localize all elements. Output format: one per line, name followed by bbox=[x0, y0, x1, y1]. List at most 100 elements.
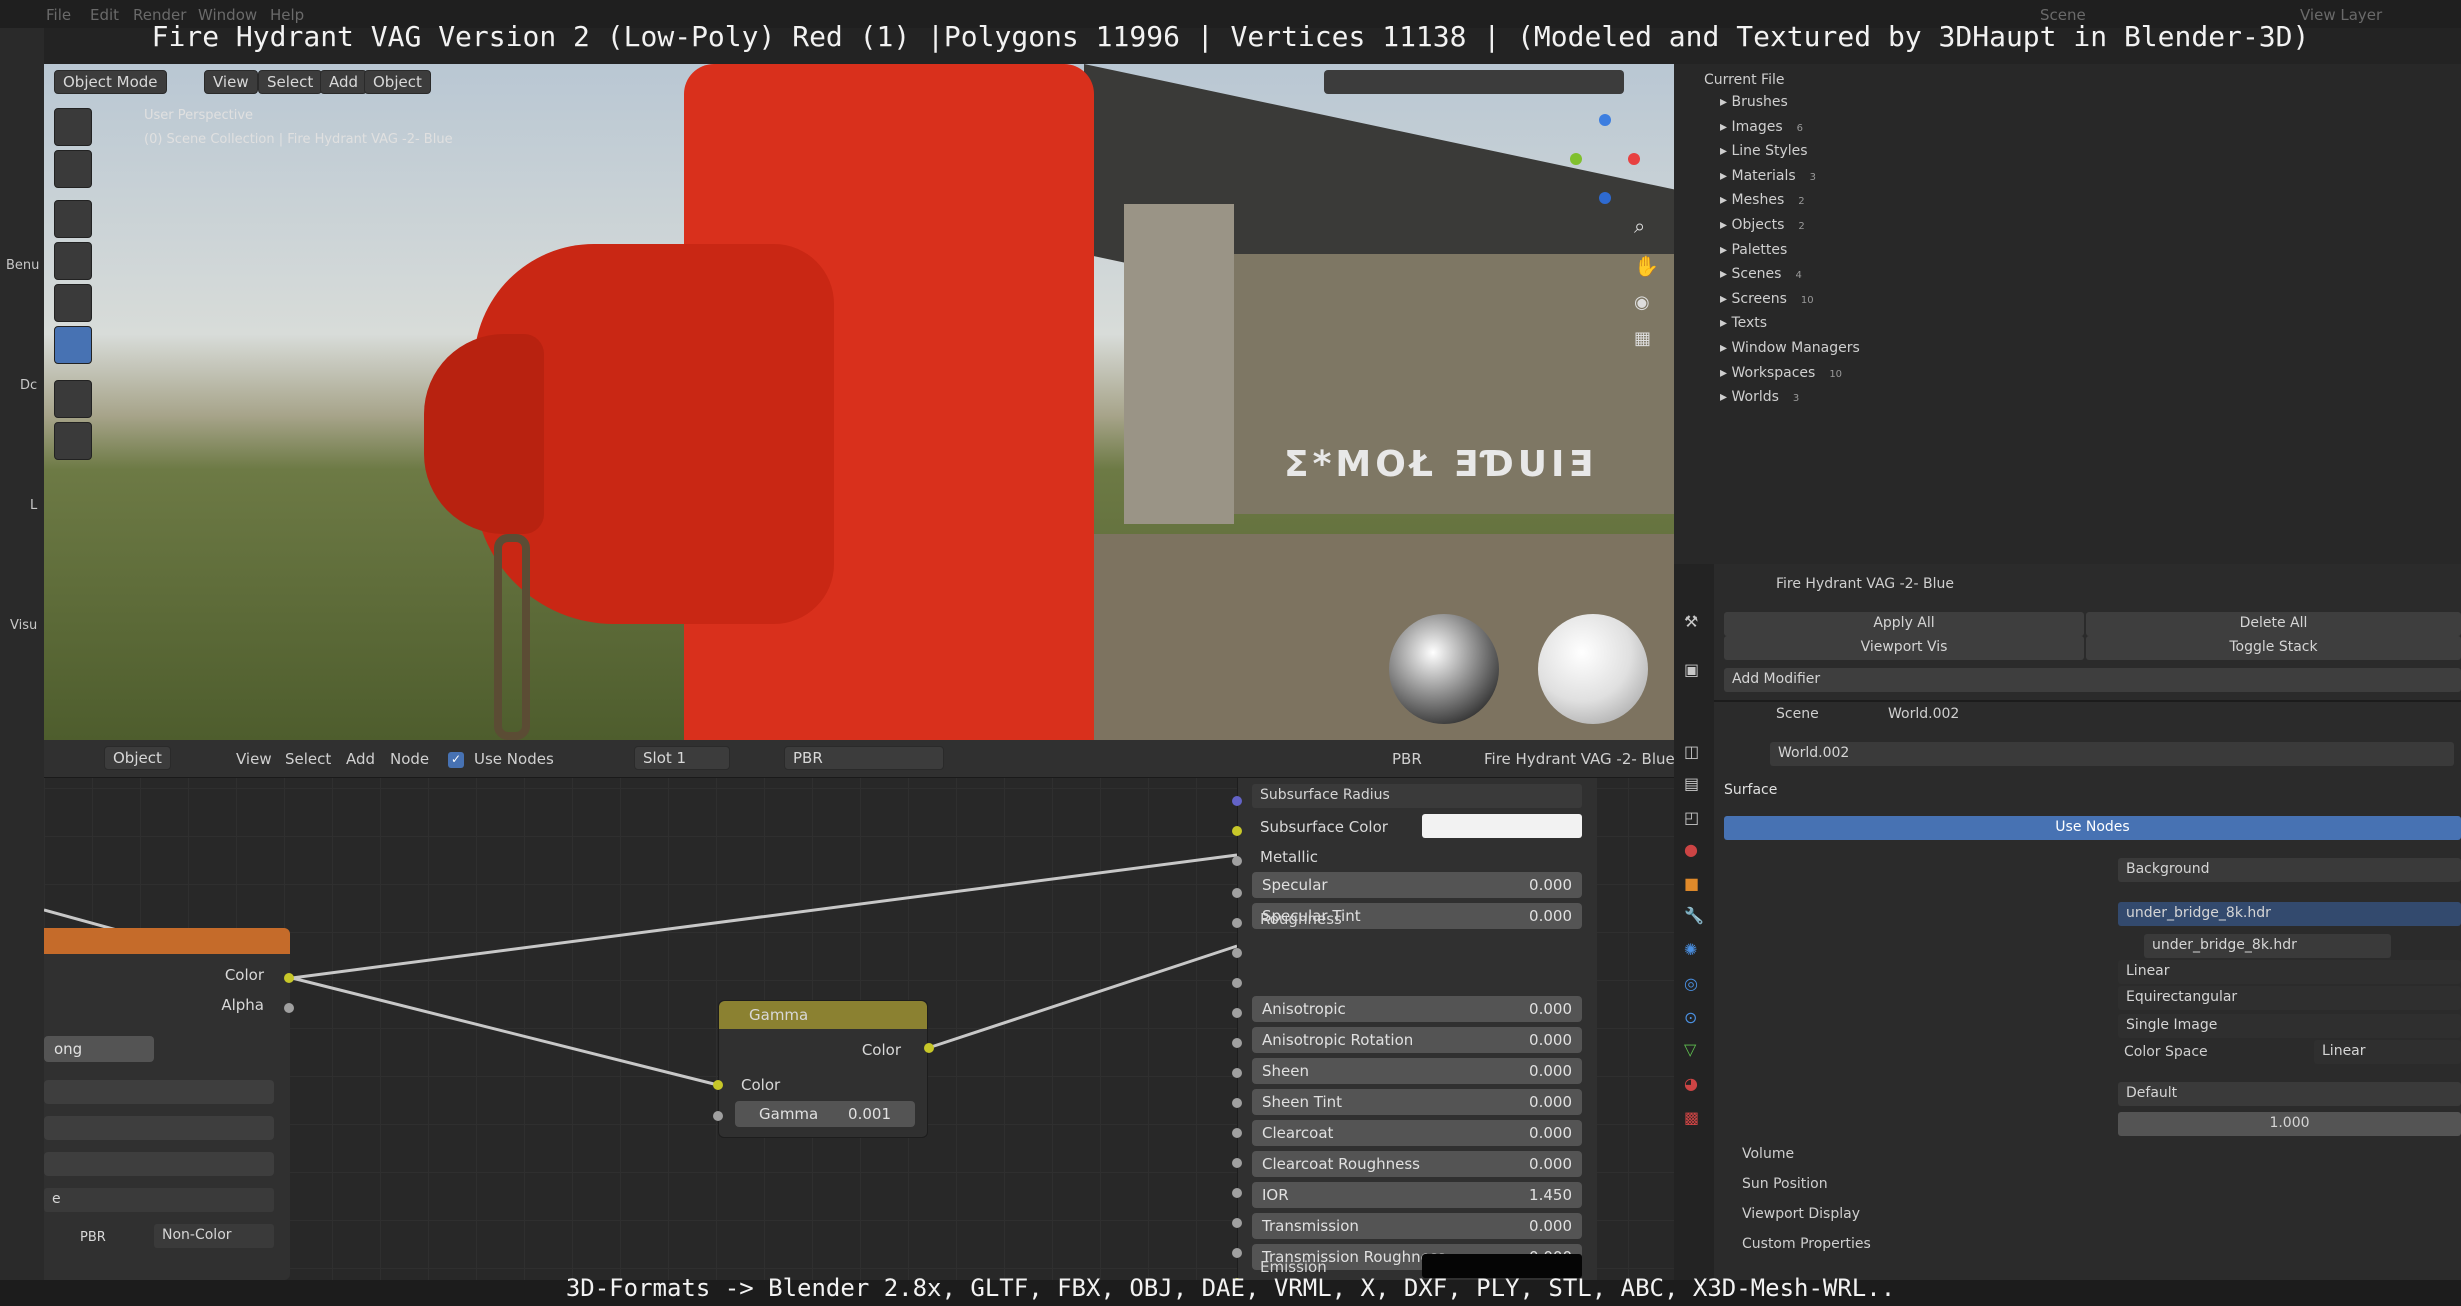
select-box-tool-icon[interactable] bbox=[54, 108, 92, 146]
material-tab-icon[interactable]: ◕ bbox=[1684, 1074, 1698, 1093]
cursor-tool-icon[interactable] bbox=[54, 150, 92, 188]
interp-dropdown[interactable]: Linear bbox=[2118, 960, 2461, 984]
disclosure-icon[interactable]: ▸ bbox=[1720, 168, 1731, 184]
delete-all-button[interactable]: Delete All bbox=[2086, 612, 2461, 636]
vector-dropdown[interactable]: Default bbox=[2118, 1082, 2461, 1106]
grid-icon[interactable]: ▦ bbox=[1634, 328, 1651, 349]
shading-buttons[interactable] bbox=[1324, 70, 1624, 94]
disclosure-icon[interactable]: ▸ bbox=[1720, 315, 1731, 331]
bsdf-field-ior[interactable]: IOR 1.450 bbox=[1252, 1182, 1582, 1208]
apply-all-button[interactable]: Apply All bbox=[1724, 612, 2084, 636]
bsdf-input-socket[interactable] bbox=[1232, 1068, 1242, 1078]
pipeline-dropdown[interactable]: PBR bbox=[1392, 750, 1422, 768]
section-custom-properties[interactable]: Custom Properties bbox=[1742, 1236, 1871, 1252]
gizmo-x-axis[interactable] bbox=[1628, 153, 1640, 165]
node-editor[interactable]: Color Alpha ong e PBR Non-Color Gamma Co… bbox=[44, 740, 1674, 1288]
gamma-in-socket[interactable] bbox=[713, 1080, 723, 1090]
measure-tool-icon[interactable] bbox=[54, 422, 92, 460]
bsdf-input-socket[interactable] bbox=[1232, 1098, 1242, 1108]
view-layer-tab-icon[interactable]: ◰ bbox=[1684, 808, 1699, 827]
image-name-field[interactable]: under_bridge_8k.hdr bbox=[2144, 934, 2391, 958]
bsdf-input-socket[interactable] bbox=[1232, 1158, 1242, 1168]
outliner-item[interactable]: ▸ Palettes bbox=[1720, 242, 1801, 258]
principled-bsdf-node[interactable]: Subsurface Radius Subsurface Color Metal… bbox=[1237, 778, 1597, 1280]
outliner-item[interactable]: ▸ Screens 10 bbox=[1720, 291, 1814, 307]
outliner-item[interactable]: ▸ Brushes bbox=[1720, 94, 1802, 110]
toggle-stack-button[interactable]: Toggle Stack bbox=[2086, 636, 2461, 660]
disclosure-icon[interactable]: ▸ bbox=[1720, 365, 1731, 381]
section-volume[interactable]: Volume bbox=[1742, 1146, 1794, 1162]
gamma-out-socket[interactable] bbox=[924, 1043, 934, 1053]
disclosure-icon[interactable]: ▸ bbox=[1720, 143, 1731, 159]
ne-menu-node[interactable]: Node bbox=[390, 750, 429, 768]
ne-menu-view[interactable]: View bbox=[236, 750, 272, 768]
image-colorspace-dropdown[interactable]: Non-Color bbox=[154, 1224, 274, 1248]
bsdf-field-transmission[interactable]: Transmission 0.000 bbox=[1252, 1213, 1582, 1239]
disclosure-icon[interactable]: ▸ bbox=[1720, 291, 1731, 307]
projection-dropdown[interactable]: Equirectangular bbox=[2118, 986, 2461, 1010]
bsdf-input-socket[interactable] bbox=[1232, 796, 1242, 806]
scale-tool-icon[interactable] bbox=[54, 284, 92, 322]
bsdf-input-socket[interactable] bbox=[1232, 856, 1242, 866]
gizmo-neg-z[interactable] bbox=[1599, 192, 1611, 204]
vp-menu-view[interactable]: View bbox=[204, 70, 258, 94]
vp-menu-select[interactable]: Select bbox=[258, 70, 323, 94]
bsdf-input-socket[interactable] bbox=[1232, 1218, 1242, 1228]
world-tab-icon[interactable]: ● bbox=[1684, 840, 1698, 859]
world-name-field[interactable]: World.002 bbox=[1770, 742, 2454, 766]
outliner-item[interactable]: ▸ Meshes 2 bbox=[1720, 192, 1805, 208]
vp-menu-object[interactable]: Object bbox=[364, 70, 431, 94]
subsurface-color-swatch[interactable] bbox=[1422, 814, 1582, 838]
gamma-value-field[interactable]: Gamma 0.001 bbox=[735, 1101, 915, 1127]
object-mode-dropdown[interactable]: Object Mode bbox=[54, 70, 167, 94]
slot-dropdown[interactable]: Slot 1 bbox=[634, 746, 730, 770]
use-nodes-checkbox[interactable]: ✓ bbox=[448, 752, 464, 768]
bsdf-field-sheen-tint[interactable]: Sheen Tint 0.000 bbox=[1252, 1089, 1582, 1115]
camera-icon[interactable]: ◉ bbox=[1634, 292, 1650, 313]
strength-field[interactable]: 1.000 bbox=[2118, 1112, 2461, 1136]
disclosure-icon[interactable]: ▸ bbox=[1720, 266, 1731, 282]
3d-viewport[interactable]: Σ*MOŁ ƎƊUΙƎ User Perspective (0) Scene C… bbox=[44, 64, 1674, 740]
tool-tab-icon[interactable]: ⚒ bbox=[1684, 612, 1698, 631]
disclosure-icon[interactable]: ▸ bbox=[1720, 119, 1731, 135]
ne-menu-select[interactable]: Select bbox=[285, 750, 331, 768]
surface-section-header[interactable]: Surface bbox=[1724, 782, 1777, 798]
subsurface-radius-dropdown[interactable]: Subsurface Radius bbox=[1252, 784, 1582, 808]
outliner-item[interactable]: ▸ Texts bbox=[1720, 315, 1781, 331]
outliner-item[interactable]: ▸ Objects 2 bbox=[1720, 217, 1805, 233]
bsdf-input-socket[interactable] bbox=[1232, 1248, 1242, 1258]
editor-type-dropdown[interactable]: Object bbox=[104, 746, 171, 770]
scene-tab-icon[interactable]: ▣ bbox=[1684, 660, 1699, 679]
disclosure-icon[interactable]: ▸ bbox=[1720, 340, 1731, 356]
section-viewport-display[interactable]: Viewport Display bbox=[1742, 1206, 1860, 1222]
section-sun-position[interactable]: Sun Position bbox=[1742, 1176, 1828, 1192]
bsdf-field-anisotropic-rotation[interactable]: Anisotropic Rotation 0.000 bbox=[1252, 1027, 1582, 1053]
image-texture-node[interactable]: Color Alpha ong e PBR Non-Color bbox=[44, 928, 290, 1280]
viewport-vis-button[interactable]: Viewport Vis bbox=[1724, 636, 2084, 660]
disclosure-icon[interactable]: ▸ bbox=[1720, 94, 1731, 110]
bsdf-field-sheen[interactable]: Sheen 0.000 bbox=[1252, 1058, 1582, 1084]
gamma-value-socket[interactable] bbox=[713, 1111, 723, 1121]
pan-hand-icon[interactable]: ✋ bbox=[1634, 254, 1659, 278]
particles-tab-icon[interactable]: ✺ bbox=[1684, 940, 1697, 959]
modifier-tab-icon[interactable]: 🔧 bbox=[1684, 906, 1704, 925]
surface-value-dropdown[interactable]: Background bbox=[2118, 858, 2461, 882]
annotate-tool-icon[interactable] bbox=[54, 380, 92, 418]
bsdf-input-socket[interactable] bbox=[1232, 978, 1242, 988]
outliner-item[interactable]: ▸ Worlds 3 bbox=[1720, 389, 1799, 405]
bsdf-field-clearcoat[interactable]: Clearcoat 0.000 bbox=[1252, 1120, 1582, 1146]
disclosure-icon[interactable]: ▸ bbox=[1720, 242, 1731, 258]
object-tab-icon[interactable]: ■ bbox=[1684, 874, 1699, 893]
outliner-root[interactable]: Current File bbox=[1704, 72, 1784, 88]
texture-tab-icon[interactable]: ▩ bbox=[1684, 1108, 1699, 1127]
add-modifier-dropdown[interactable]: Add Modifier bbox=[1724, 668, 2461, 692]
image-interp-dropdown[interactable] bbox=[44, 1080, 274, 1104]
gizmo-y-axis[interactable] bbox=[1570, 153, 1582, 165]
rotate-tool-icon[interactable] bbox=[54, 242, 92, 280]
bsdf-field-specular[interactable]: Specular 0.000 bbox=[1252, 872, 1582, 898]
bsdf-input-socket[interactable] bbox=[1232, 948, 1242, 958]
output-tab-icon[interactable]: ▤ bbox=[1684, 774, 1699, 793]
gamma-node[interactable]: Gamma Color Color Gamma 0.001 bbox=[718, 1000, 928, 1138]
vp-menu-add[interactable]: Add bbox=[320, 70, 368, 94]
image-proj-dropdown[interactable] bbox=[44, 1116, 274, 1140]
